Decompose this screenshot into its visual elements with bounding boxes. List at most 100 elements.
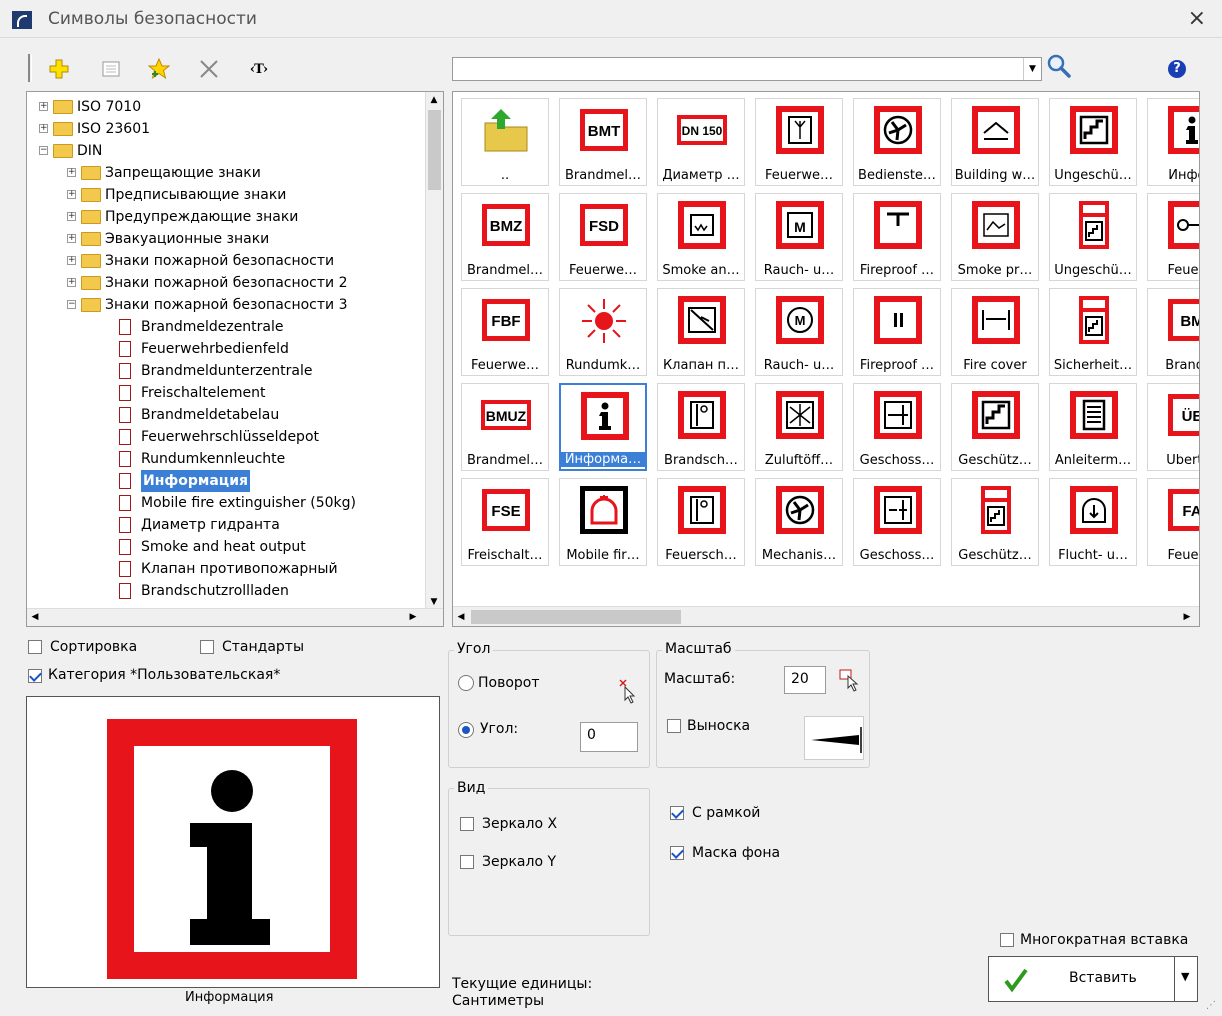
symbol-cell[interactable]: Ungeschü… [1049,98,1137,186]
tree-folder-row[interactable]: + ISO 7010 [27,96,423,118]
leader-checkbox[interactable] [667,719,681,733]
symbol-cell[interactable]: FA Feuerw [1147,478,1199,566]
tree-folder-row[interactable]: + Запрещающие знаки [27,162,423,184]
scroll-up-icon[interactable]: ▲ [426,92,442,108]
standards-checkbox[interactable] [200,640,214,654]
expand-icon[interactable]: + [39,102,48,111]
favorite-star-icon[interactable] [146,56,172,82]
symbol-cell[interactable]: Fire cover [951,288,1039,376]
symbol-cell[interactable]: Smoke pr… [951,193,1039,281]
tree-item-row[interactable]: Клапан противопожарный [27,558,423,580]
frame-checkbox[interactable] [670,806,684,820]
tree-item-row[interactable]: Smoke and heat output [27,536,423,558]
symbol-cell[interactable]: BM Brandm [1147,288,1199,376]
grid-scroll-thumb[interactable] [471,610,681,624]
angle-input[interactable]: 0 [580,722,638,752]
symbol-cell[interactable]: .. [461,98,549,186]
symbol-cell[interactable]: BMZ Brandmel… [461,193,549,281]
expand-icon[interactable]: + [39,124,48,133]
symbol-grid[interactable]: .. BMT Brandmel… DN 150 Диаметр … Feuerwe… Bed… [452,91,1200,627]
symbol-cell[interactable]: Geschütz… [951,383,1039,471]
symbol-cell[interactable]: Fireproof … [853,193,941,281]
tree-item-row[interactable]: Информация [27,470,423,492]
symbol-cell[interactable]: Flucht- u… [1049,478,1137,566]
symbol-cell[interactable]: Инфор [1147,98,1199,186]
expand-icon[interactable]: + [67,278,76,287]
tree-item-row[interactable]: Brandschutzrollladen [27,580,423,602]
properties-icon[interactable] [98,56,124,82]
symbol-cell[interactable]: ÜE Übertra [1147,383,1199,471]
close-button[interactable]: × [1188,6,1206,31]
tree-folder-row[interactable]: + Эвакуационные знаки [27,228,423,250]
tree-folder-row[interactable]: − Знаки пожарной безопасности 3 [27,294,423,316]
symbol-cell[interactable]: Sicherheit… [1049,288,1137,376]
multi-insert-checkbox[interactable] [1000,933,1014,947]
search-icon[interactable] [1044,52,1074,82]
text-tag-button[interactable]: ‹T› [246,56,272,82]
expand-icon[interactable]: + [67,168,76,177]
tree-item-row[interactable]: Feuerwehrbedienfeld [27,338,423,360]
symbol-cell[interactable]: Bedienste… [853,98,941,186]
tree-folder-row[interactable]: + Знаки пожарной безопасности 2 [27,272,423,294]
symbol-cell[interactable]: Mobile fir… [559,478,647,566]
symbol-cell[interactable]: Geschoss… [853,383,941,471]
symbol-cell[interactable]: M Rauch- u… [755,288,843,376]
symbol-cell[interactable]: Rundumk… [559,288,647,376]
collapse-icon[interactable]: − [39,146,48,155]
tree-folder-row[interactable]: + Знаки пожарной безопасности [27,250,423,272]
tree-item-row[interactable]: Brandmeldetabelau [27,404,423,426]
category-checkbox[interactable] [28,669,42,683]
tree-item-row[interactable]: Feuerwehrschlüsseldepot [27,426,423,448]
tree-item-row[interactable]: Диаметр гидранта [27,514,423,536]
add-icon[interactable] [46,56,72,82]
symbol-cell[interactable]: DN 150 Диаметр … [657,98,745,186]
symbol-cell[interactable]: Feuerwe… [755,98,843,186]
scroll-right-icon[interactable]: ▶ [1179,609,1195,625]
mirror-y-checkbox[interactable] [460,855,474,869]
symbol-cell[interactable]: Информа… [559,383,647,471]
expand-icon[interactable]: + [67,212,76,221]
symbol-cell[interactable]: Feuerw [1147,193,1199,281]
symbol-cell[interactable]: Ungeschü… [1049,193,1137,281]
search-combobox[interactable]: ▼ [452,57,1042,81]
search-input[interactable] [453,58,1013,80]
symbol-cell[interactable]: Geschütz… [951,478,1039,566]
expand-icon[interactable]: + [67,234,76,243]
help-icon[interactable]: ? [1168,60,1186,78]
tree-item-row[interactable]: Brandmeldezentrale [27,316,423,338]
mirror-x-checkbox[interactable] [460,817,474,831]
symbol-cell[interactable]: Brandsch… [657,383,745,471]
tree-item-row[interactable]: Rundumkennleuchte [27,448,423,470]
category-tree[interactable]: + ISO 7010 + ISO 23601− DIN + Запрещающие знак… [26,91,444,627]
symbol-cell[interactable]: Building w… [951,98,1039,186]
combo-arrow-icon[interactable]: ▼ [1023,58,1041,80]
tree-horizontal-scrollbar[interactable]: ◀ ▶ [27,608,443,626]
symbol-cell[interactable]: Smoke an… [657,193,745,281]
pick-angle-cursor-icon[interactable] [618,678,638,708]
symbol-cell[interactable]: Fireproof … [853,288,941,376]
tree-scroll-thumb[interactable] [428,110,441,190]
symbol-cell[interactable]: Zuluftöff… [755,383,843,471]
symbol-cell[interactable]: FSD Feuerwe… [559,193,647,281]
sort-checkbox[interactable] [28,640,42,654]
tree-folder-row[interactable]: + Предписывающие знаки [27,184,423,206]
tree-folder-row[interactable]: + ISO 23601 [27,118,423,140]
insert-button[interactable]: Вставить [988,956,1198,1002]
scroll-right-icon[interactable]: ▶ [405,609,421,625]
pick-scale-icon[interactable] [838,668,862,696]
symbol-cell[interactable]: M Rauch- u… [755,193,843,281]
symbol-cell[interactable]: Mechanis… [755,478,843,566]
symbol-cell[interactable]: BMUZ Brandmel… [461,383,549,471]
symbol-cell[interactable]: Клапан п… [657,288,745,376]
symbol-cell[interactable]: Feuersch… [657,478,745,566]
mask-checkbox[interactable] [670,846,684,860]
scroll-left-icon[interactable]: ◀ [27,609,43,625]
tree-folder-row[interactable]: + Предупреждающие знаки [27,206,423,228]
symbol-cell[interactable]: FSE Freischalt… [461,478,549,566]
delete-x-icon[interactable] [196,56,222,82]
expand-icon[interactable]: + [67,190,76,199]
tree-item-row[interactable]: Freischaltelement [27,382,423,404]
expand-icon[interactable]: + [67,256,76,265]
symbol-cell[interactable]: FBF Feuerwe… [461,288,549,376]
tree-folder-row[interactable]: − DIN [27,140,423,162]
